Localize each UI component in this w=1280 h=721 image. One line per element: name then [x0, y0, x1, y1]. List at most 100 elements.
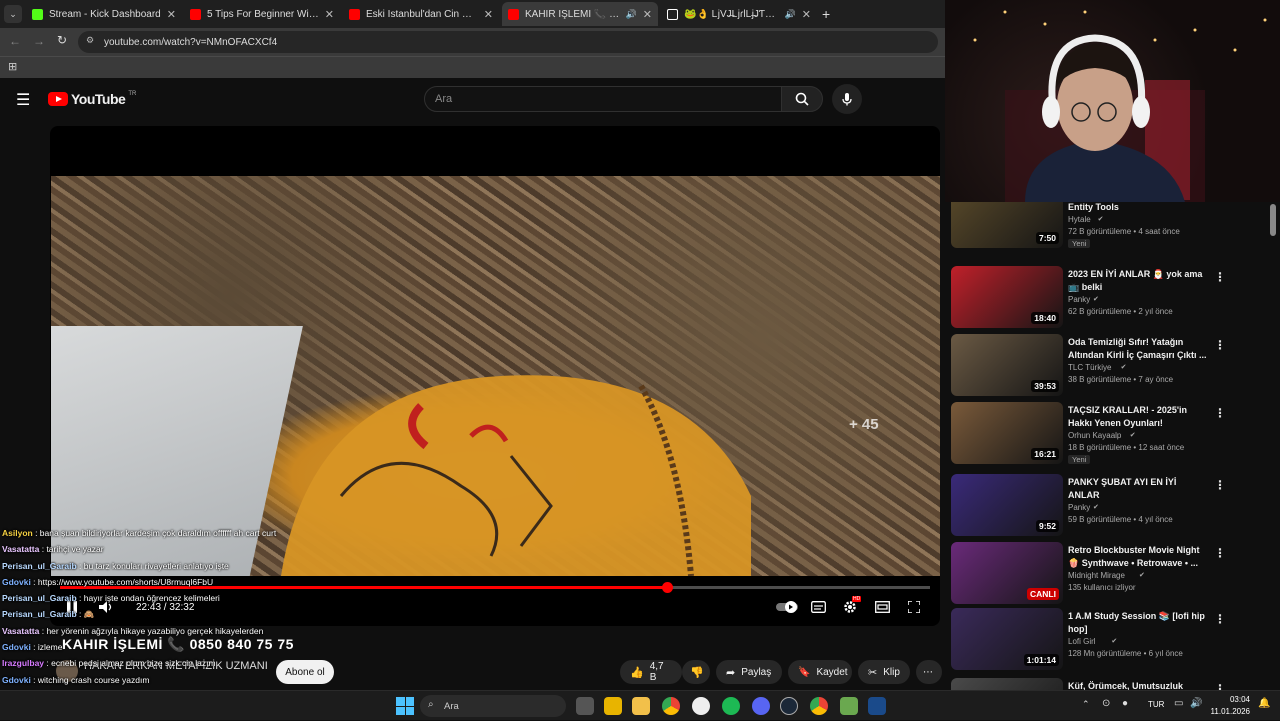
recommended-channel[interactable]: Panky [1068, 503, 1090, 512]
recommended-channel[interactable]: Hytale [1068, 215, 1091, 224]
settings-button[interactable]: HD [840, 596, 862, 616]
app-icon[interactable] [840, 697, 858, 715]
photoshop-icon[interactable] [868, 697, 886, 715]
fullscreen-button[interactable] [904, 598, 924, 616]
speaker-icon[interactable]: 🔊 [785, 9, 796, 20]
chat-separator: : [76, 609, 84, 620]
search-placeholder: Ara [435, 93, 453, 105]
more-vert-icon[interactable]: ⋮ [1214, 682, 1226, 690]
tab-cin-rivayetler[interactable]: Eski İstanbul'dan Cin Rivayetler ✕ [343, 2, 499, 26]
tab-kick-dashboard[interactable]: Stream - Kick Dashboard ✕ [26, 2, 182, 26]
spotify-icon[interactable] [722, 697, 740, 715]
search-button[interactable] [781, 86, 823, 112]
speaker-icon[interactable]: 🔊 [626, 9, 637, 20]
recommended-channel[interactable]: Panky [1068, 295, 1090, 304]
youtube-logo-text: YouTube [71, 91, 126, 107]
video-thumbnail[interactable]: 39:53 [951, 334, 1063, 396]
close-icon[interactable]: ✕ [802, 8, 811, 21]
close-icon[interactable]: ✕ [643, 8, 652, 21]
file-explorer-icon[interactable] [604, 697, 622, 715]
apps-grid-icon[interactable]: ⊞ [8, 60, 17, 73]
recommended-channel[interactable]: TLC Türkiye [1068, 363, 1111, 372]
voice-search-button[interactable] [832, 84, 862, 114]
search-input[interactable]: Ara [424, 86, 782, 112]
chat-separator: : [30, 576, 38, 587]
recommended-video[interactable]: 9:52 PANKY ŞUBAT AYI EN İYİ ANLAR Panky 59 … [951, 474, 1271, 538]
recommended-video[interactable]: 16:21 TAÇSIZ KRALLAR! - 2025'in Hakkı Yen… [951, 402, 1271, 466]
tab-witches[interactable]: 5 Tips For Beginner Witches || ✨ ✕ [184, 2, 340, 26]
tab-search-dropdown-icon[interactable]: ⌄ [4, 5, 22, 23]
save-button[interactable]: 🔖 Kaydet [788, 660, 852, 684]
video-thumbnail[interactable]: 1:01:14 [951, 608, 1063, 670]
video-thumbnail[interactable]: 18:40 [951, 266, 1063, 328]
notification-bell-icon[interactable]: 🔔 [1258, 698, 1270, 709]
back-icon[interactable]: ← [9, 34, 21, 48]
more-vert-icon[interactable]: ⋮ [1214, 478, 1226, 492]
close-icon[interactable]: ✕ [484, 8, 493, 21]
recommended-video[interactable]: Küf, Örümcek, Umutsuzluk ⋮ [951, 678, 1271, 690]
more-vert-icon[interactable]: ⋮ [1214, 270, 1226, 284]
chrome-active-icon[interactable] [810, 697, 828, 715]
reload-icon[interactable]: ↻ [57, 33, 67, 47]
more-vert-icon[interactable]: ⋮ [1214, 406, 1226, 420]
site-info-icon[interactable]: ⚙ [86, 35, 94, 46]
video-thumbnail[interactable]: 9:52 [951, 474, 1063, 536]
tray-chevron-icon[interactable]: ⌃ [1082, 699, 1090, 710]
github-icon[interactable] [692, 697, 710, 715]
more-vert-icon[interactable]: ⋮ [1214, 202, 1226, 204]
more-vert-icon[interactable]: ⋮ [1214, 546, 1226, 560]
progress-scrubber[interactable] [662, 582, 674, 593]
video-thumbnail[interactable]: 7:50 [951, 202, 1063, 248]
speaker-icon[interactable]: 🔊 [1190, 698, 1202, 709]
more-vert-icon[interactable]: ⋮ [1214, 612, 1226, 626]
windows-start-icon[interactable] [396, 697, 414, 715]
dislike-button[interactable]: 👎 [682, 660, 710, 684]
new-tab-button[interactable]: + [822, 6, 830, 22]
discord-icon[interactable] [752, 697, 770, 715]
mic-tray-icon[interactable]: ● [1122, 698, 1128, 709]
subtitles-button[interactable] [808, 598, 828, 616]
steam-icon[interactable] [780, 697, 798, 715]
like-button[interactable]: 👍 4,7 B [620, 660, 682, 684]
recommended-video[interactable]: 1:01:14 1 A.M Study Session 📚 [lofi hip h… [951, 608, 1271, 672]
recommended-meta: 38 B görüntüleme • 7 ay önce [1068, 375, 1174, 384]
forward-icon[interactable]: → [33, 34, 45, 48]
share-button[interactable]: ➦ Paylaş [716, 660, 782, 684]
video-thumbnail[interactable]: CANLI [951, 542, 1063, 604]
recommended-video[interactable]: 39:53 Oda Temizliği Sıfır! Yatağın Altınd… [951, 334, 1271, 398]
recommended-video[interactable]: 7:50 Hytale - Yeni Gameplay! New Entity T… [951, 202, 1271, 250]
taskbar-search[interactable]: ⌕ Ara [420, 695, 566, 717]
recommended-meta: 72 B görüntüleme • 4 saat önce [1068, 227, 1180, 236]
more-vert-icon[interactable]: ⋮ [1214, 338, 1226, 352]
recommended-channel[interactable]: Midnight Mirage [1068, 571, 1125, 580]
wifi-icon[interactable]: ▭ [1174, 698, 1183, 709]
miniplayer-button[interactable] [872, 598, 892, 616]
youtube-logo[interactable]: YouTube TR [48, 91, 136, 107]
network-icon[interactable]: ⊙ [1102, 698, 1110, 709]
task-view-icon[interactable] [576, 697, 594, 715]
chat-message: Gdovki : https://www.youtube.com/shorts/… [2, 574, 332, 590]
video-thumbnail[interactable] [951, 678, 1063, 690]
language-indicator[interactable]: TUR [1148, 700, 1164, 709]
close-icon[interactable]: ✕ [325, 8, 334, 21]
chrome-icon[interactable] [662, 697, 680, 715]
tab-kahir-islemi[interactable]: KAHIR İŞLEMİ 📞 0850 840 🔊 ✕ [502, 2, 658, 26]
tab-tiktok[interactable]: 🐸👌 ǈVJ̶ǈɾƖǈ̶JƬhɭʃɬⅢ 🔊 ✕ [661, 2, 817, 26]
url-input[interactable]: ⚙ youtube.com/watch?v=NMnOFACXCf4 [78, 31, 938, 53]
recommended-title: Hytale - Yeni Gameplay! New Entity Tools [1068, 202, 1119, 212]
hamburger-menu-icon[interactable]: ☰ [16, 90, 30, 110]
more-actions-button[interactable]: ⋯ [916, 660, 942, 684]
video-frame[interactable]: + 45 [51, 176, 940, 576]
new-badge: Yeni [1068, 455, 1091, 464]
close-icon[interactable]: ✕ [167, 8, 176, 21]
recommended-video[interactable]: CANLI Retro Blockbuster Movie Night 🍿 Syn… [951, 542, 1271, 606]
video-thumbnail[interactable]: 16:21 [951, 402, 1063, 464]
recommended-channel[interactable]: Lofi Girl [1068, 637, 1096, 646]
recommended-video[interactable]: 18:40 2023 EN İYİ ANLAR 🎅 yok ama 📺 belki… [951, 266, 1271, 330]
clip-button[interactable]: ✂ Klip [858, 660, 910, 684]
autoplay-toggle[interactable] [776, 598, 798, 616]
recommended-channel[interactable]: Orhun Kayaalp [1068, 431, 1121, 440]
system-clock[interactable]: 03:04 11.01.2026 [1211, 694, 1250, 718]
folder-icon[interactable] [632, 697, 650, 715]
sidebar-scrollbar[interactable] [1270, 204, 1276, 236]
